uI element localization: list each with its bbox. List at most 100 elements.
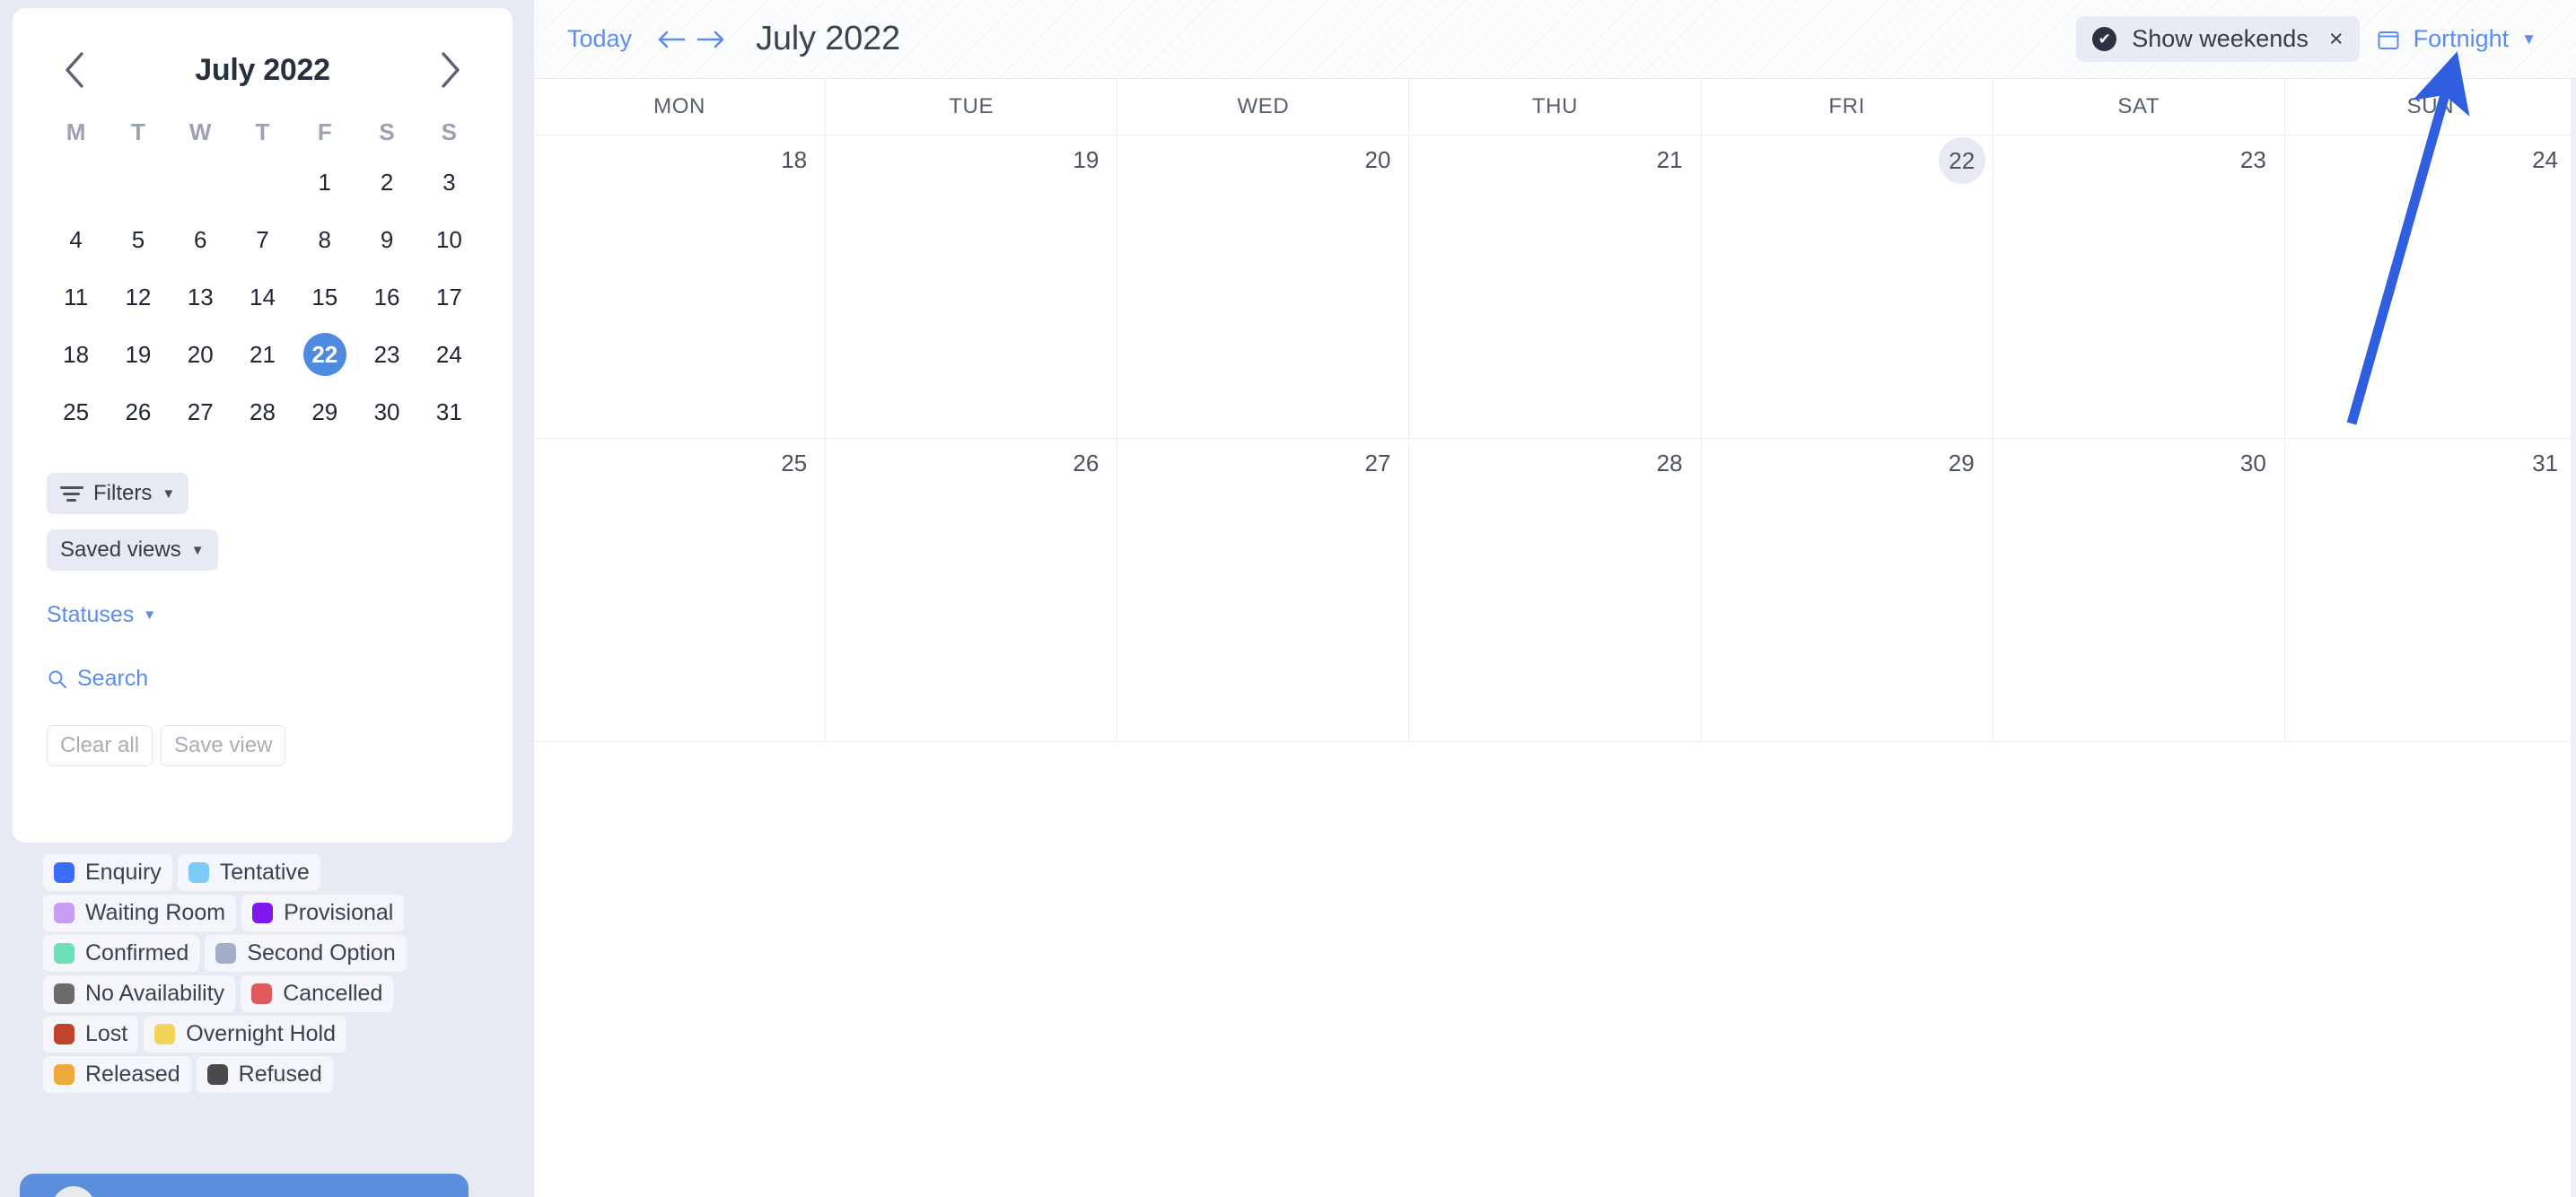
mini-calendar-day-27[interactable]: 27	[170, 383, 232, 441]
legend-chip-enquiry[interactable]: Enquiry	[43, 854, 172, 891]
mini-calendar-dow-4: F	[317, 118, 332, 145]
mini-calendar-day-label: 28	[250, 398, 276, 425]
legend-chip-overnight-hold[interactable]: Overnight Hold	[144, 1016, 347, 1053]
legend-chip-second-option[interactable]: Second Option	[205, 935, 407, 972]
legend-chip-lost[interactable]: Lost	[43, 1016, 139, 1053]
mini-calendar-day-label: 24	[435, 340, 462, 368]
legend-chip-cancelled[interactable]: Cancelled	[241, 975, 394, 1012]
legend-chip-provisional[interactable]: Provisional	[241, 895, 405, 931]
mini-calendar-day-9[interactable]: 9	[355, 211, 417, 268]
mini-calendar-day-13[interactable]: 13	[170, 268, 232, 326]
mini-calendar-day-30[interactable]: 30	[355, 383, 417, 441]
status-color-swatch	[154, 1024, 176, 1044]
mini-calendar-day-31[interactable]: 31	[418, 383, 480, 441]
arrow-right-icon	[697, 31, 724, 48]
calendar-day-cell-21[interactable]: 21	[1409, 135, 1702, 438]
chevron-down-icon: ▼	[2521, 30, 2537, 48]
calendar-day-cell-20[interactable]: 20	[1117, 135, 1410, 438]
calendar-day-cell-26[interactable]: 26	[826, 439, 1118, 741]
mini-calendar-day-29[interactable]: 29	[294, 383, 355, 441]
mini-calendar-day-label: 31	[435, 398, 462, 425]
legend-chip-released[interactable]: Released	[43, 1056, 191, 1093]
mini-calendar-day-21[interactable]: 21	[232, 326, 294, 383]
mini-calendar-day-14[interactable]: 14	[232, 268, 294, 326]
calendar-day-cell-18[interactable]: 18	[534, 135, 827, 438]
calendar-day-number: 19	[1073, 146, 1100, 173]
mini-calendar-next-month-button[interactable]	[430, 49, 471, 91]
legend-row: Enquiry Tentative	[43, 854, 519, 891]
mini-calendar-day-22[interactable]: 22	[294, 326, 355, 383]
legend-chip-tentative[interactable]: Tentative	[177, 854, 320, 891]
day-header-thu: THU	[1409, 79, 1702, 135]
calendar-day-cell-24[interactable]: 24	[2285, 135, 2576, 438]
filters-dropdown-button[interactable]: Filters ▼	[47, 473, 189, 514]
show-weekends-chip[interactable]: ✔ Show weekends ×	[2076, 16, 2360, 62]
mini-calendar-day-5[interactable]: 5	[107, 211, 169, 268]
mini-calendar-day-1[interactable]: 1	[294, 153, 355, 211]
chevron-down-icon: ▼	[162, 485, 176, 502]
save-view-button[interactable]: Save view	[161, 724, 286, 766]
mini-calendar-day-12[interactable]: 12	[107, 268, 169, 326]
mini-calendar-day-10[interactable]: 10	[418, 211, 480, 268]
toolbar-right-group: ✔ Show weekends × Fortnight ▼	[2076, 16, 2576, 62]
mini-calendar-day-6[interactable]: 6	[170, 211, 232, 268]
mini-calendar-day-label: 6	[193, 225, 207, 253]
saved-views-label: Saved views	[60, 537, 181, 562]
status-color-swatch	[188, 862, 209, 883]
calendar-day-cell-22[interactable]: 22	[1702, 135, 1993, 438]
mini-calendar-day-7[interactable]: 7	[232, 211, 294, 268]
clear-all-button[interactable]: Clear all	[47, 724, 153, 766]
day-header-sat: SAT	[1993, 79, 2285, 135]
mini-calendar-day-label: 16	[373, 283, 400, 310]
calendar-day-number: 20	[1364, 146, 1391, 173]
calendar-day-cell-29[interactable]: 29	[1702, 439, 1993, 741]
mini-calendar-day-24[interactable]: 24	[418, 326, 480, 383]
calendar-day-cell-31[interactable]: 31	[2285, 439, 2576, 741]
mini-calendar-day-16[interactable]: 16	[355, 268, 417, 326]
mini-calendar-day-15[interactable]: 15	[294, 268, 355, 326]
vertical-scrollbar[interactable]	[2571, 79, 2576, 1197]
calendar-day-number: 31	[2532, 450, 2558, 476]
mini-calendar-day-3[interactable]: 3	[418, 153, 480, 211]
mini-calendar-day-28[interactable]: 28	[232, 383, 294, 441]
mini-calendar-dow-6: S	[441, 118, 458, 145]
search-button[interactable]: Search	[47, 666, 148, 692]
mini-calendar-prev-month-button[interactable]	[54, 49, 95, 91]
mini-calendar-day-23[interactable]: 23	[355, 326, 417, 383]
legend-chip-no-availability[interactable]: No Availability	[43, 975, 236, 1012]
calendar-day-cell-27[interactable]: 27	[1117, 439, 1410, 741]
previous-period-button[interactable]	[652, 20, 691, 59]
mini-calendar-day-20[interactable]: 20	[170, 326, 232, 383]
legend-chip-waiting-room[interactable]: Waiting Room	[43, 895, 237, 931]
legend-chip-confirmed[interactable]: Confirmed	[43, 935, 200, 972]
calendar-day-cell-19[interactable]: 19	[826, 135, 1118, 438]
view-mode-dropdown[interactable]: Fortnight ▼	[2376, 25, 2537, 53]
mini-calendar-day-11[interactable]: 11	[45, 268, 107, 326]
calendar-weeks: 18 19 20 21 22 23 24 25 26 27 28 29 30 31	[534, 135, 2576, 742]
close-icon[interactable]: ×	[2329, 25, 2344, 53]
mini-calendar-day-25[interactable]: 25	[45, 383, 107, 441]
calendar-day-number: 23	[2239, 146, 2266, 173]
bottom-action-bar[interactable]	[20, 1174, 469, 1197]
mini-calendar-day-19[interactable]: 19	[107, 326, 169, 383]
mini-calendar-day-2[interactable]: 2	[355, 153, 417, 211]
calendar-day-number: 18	[781, 146, 808, 173]
statuses-dropdown-button[interactable]: Statuses ▼	[47, 602, 156, 628]
today-button[interactable]: Today	[567, 25, 652, 53]
calendar-toolbar: Today July 2022 ✔ Show weekends × Fortni…	[534, 0, 2576, 79]
saved-views-dropdown-button[interactable]: Saved views ▼	[47, 529, 218, 571]
mini-calendar-day-17[interactable]: 17	[418, 268, 480, 326]
mini-calendar-day-label: 13	[187, 283, 214, 310]
calendar-day-cell-30[interactable]: 30	[1993, 439, 2285, 741]
legend-chip-refused[interactable]: Refused	[196, 1056, 333, 1093]
calendar-day-cell-25[interactable]: 25	[534, 439, 827, 741]
mini-calendar-day-18[interactable]: 18	[45, 326, 107, 383]
calendar-day-cell-23[interactable]: 23	[1993, 135, 2285, 438]
mini-calendar-day-4[interactable]: 4	[45, 211, 107, 268]
mini-calendar-day-8[interactable]: 8	[294, 211, 355, 268]
calendar-day-cell-28[interactable]: 28	[1409, 439, 1702, 741]
mini-calendar-day-26[interactable]: 26	[107, 383, 169, 441]
next-period-button[interactable]	[691, 20, 731, 59]
legend-row: Lost Overnight Hold	[43, 1016, 519, 1053]
calendar-day-number: 27	[1364, 450, 1391, 476]
